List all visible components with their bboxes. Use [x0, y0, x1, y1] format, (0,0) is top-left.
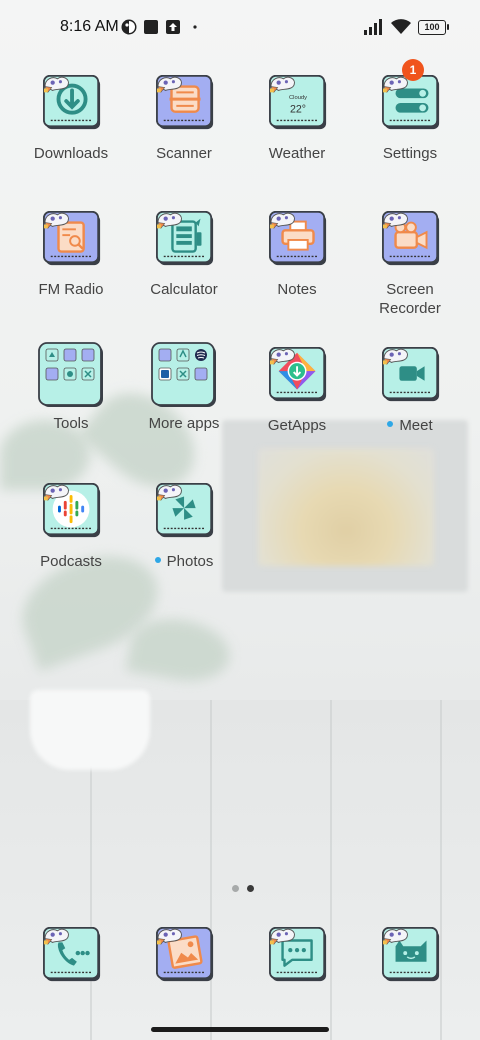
- app-settings[interactable]: Settings: [354, 74, 466, 194]
- messages-icon: [269, 927, 327, 982]
- app-calculator[interactable]: Calculator: [128, 210, 240, 330]
- app-label: Meet: [354, 416, 466, 435]
- app-label: GetApps: [267, 417, 327, 434]
- app-label: Settings: [382, 145, 438, 162]
- floor-board-line: [330, 700, 332, 1040]
- page-indicator: [228, 879, 258, 897]
- upload-icon: [166, 20, 180, 34]
- scanner-icon: [156, 75, 214, 130]
- app-photos[interactable]: Photos: [128, 482, 240, 602]
- podcasts-icon: [43, 483, 101, 538]
- more-apps-folder-icon: [151, 342, 216, 407]
- app-meet[interactable]: Meet: [354, 346, 466, 466]
- more-dot-icon: [193, 25, 197, 29]
- app-fm-radio[interactable]: FM Radio: [15, 210, 127, 330]
- app-label: Calculator: [150, 281, 218, 298]
- app-label-text: Meet: [399, 417, 433, 434]
- home-gesture-bar[interactable]: [151, 1027, 329, 1032]
- signal-icon: [364, 19, 382, 35]
- weather-icon: Cloudy 22°: [269, 75, 327, 130]
- folder-tools[interactable]: Tools: [15, 342, 127, 464]
- app-label: FM Radio: [38, 281, 104, 298]
- wifi-icon: [391, 19, 411, 34]
- app-getapps[interactable]: GetApps: [241, 346, 353, 466]
- gallery-icon: [156, 927, 214, 982]
- status-time: 8:16 AM: [60, 18, 119, 35]
- wallpaper-plant-pot: [30, 690, 150, 770]
- app-label: Scanner: [156, 145, 212, 162]
- new-install-dot: [387, 421, 394, 428]
- settings-icon: [382, 75, 440, 130]
- theme-icon: [121, 19, 137, 35]
- folder-label: More apps: [148, 415, 220, 432]
- app-label: Podcasts: [40, 553, 102, 570]
- fm-radio-icon: [43, 211, 101, 266]
- calculator-icon: [156, 211, 214, 266]
- meet-icon: [382, 347, 440, 402]
- app-screen-recorder[interactable]: Screen Recorder: [354, 210, 466, 330]
- floor-board-line: [210, 700, 212, 1040]
- battery-level: 100: [424, 22, 440, 32]
- app-podcasts[interactable]: Podcasts: [15, 482, 127, 602]
- dock-camera[interactable]: [354, 926, 466, 988]
- getapps-icon: [269, 347, 327, 402]
- app-weather[interactable]: Cloudy 22° Weather: [241, 74, 353, 194]
- dock-phone[interactable]: [15, 926, 127, 988]
- app-notes[interactable]: Notes: [241, 210, 353, 330]
- folder-more-apps[interactable]: More apps: [128, 342, 240, 464]
- settings-notification-badge: 1: [402, 59, 424, 81]
- square-app-icon: [144, 20, 158, 34]
- app-label: Weather: [268, 145, 326, 162]
- dock-gallery[interactable]: [128, 926, 240, 988]
- weather-condition: Cloudy: [289, 95, 307, 101]
- camera-icon: [382, 927, 440, 982]
- tools-folder-icon: [38, 342, 103, 407]
- phone-icon: [43, 927, 101, 982]
- status-bar: 8:16 AM 100: [0, 0, 480, 56]
- screen-recorder-icon: [382, 211, 440, 266]
- app-label: Downloads: [33, 145, 109, 162]
- app-downloads[interactable]: Downloads: [15, 74, 127, 194]
- download-icon: [43, 75, 101, 130]
- page-dot-active[interactable]: [247, 885, 254, 892]
- app-label-text: Photos: [166, 553, 214, 570]
- page-dot[interactable]: [232, 885, 239, 892]
- app-label: Notes: [277, 281, 317, 298]
- app-label: Screen Recorder: [379, 281, 441, 317]
- app-label: Photos: [128, 552, 240, 571]
- new-install-dot: [154, 557, 161, 564]
- notes-icon: [269, 211, 327, 266]
- folder-label: Tools: [53, 415, 89, 432]
- battery-icon: 100: [418, 20, 446, 35]
- battery-tip: [447, 24, 449, 30]
- photos-icon: [156, 483, 214, 538]
- floor-board-line: [440, 700, 442, 1040]
- weather-temperature: 22°: [290, 104, 306, 116]
- app-scanner[interactable]: Scanner: [128, 74, 240, 194]
- dock-messages[interactable]: [241, 926, 353, 988]
